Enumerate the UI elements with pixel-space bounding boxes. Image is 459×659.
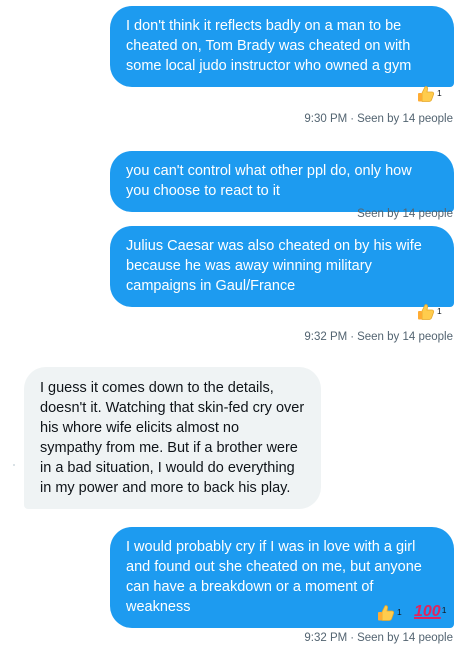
reaction-count: 1 (441, 605, 447, 615)
timestamp: 9:32 PM (304, 331, 348, 343)
sent-message-bubble[interactable]: you can't control what other ppl do, onl… (110, 151, 454, 212)
received-message-bubble[interactable]: I guess it comes down to the details, do… (24, 367, 321, 509)
message-meta: Seen by 14 people (357, 208, 453, 220)
sent-message-bubble[interactable]: I would probably cry if I was in love wi… (110, 527, 454, 628)
reaction-count: 1 (397, 607, 402, 617)
reaction-hundred-points[interactable]: 100 1 (414, 603, 446, 621)
reaction-thumbs-up[interactable]: 1 (376, 603, 402, 623)
hundred-points-icon: 100 (414, 603, 441, 620)
message-text: you can't control what other ppl do, onl… (126, 163, 412, 199)
reaction-count: 1 (437, 306, 442, 316)
message-meta: 9:30 PM · Seen by 14 people (304, 113, 453, 125)
timestamp: 9:30 PM (304, 113, 348, 125)
separator: · (350, 632, 355, 644)
reaction-thumbs-up[interactable]: 1 (416, 302, 442, 322)
reaction-count: 1 (437, 88, 442, 98)
seen-status: Seen by 14 people (357, 632, 453, 644)
thumbs-up-icon (416, 84, 436, 104)
reaction-thumbs-up[interactable]: 1 (416, 84, 442, 104)
seen-status: Seen by 14 people (357, 113, 453, 125)
avatar-placeholder (13, 464, 15, 466)
timestamp: 9:32 PM (304, 632, 348, 644)
message-text: Julius Caesar was also cheated on by his… (126, 238, 422, 294)
thumbs-up-icon (416, 302, 436, 322)
message-meta: 9:32 PM · Seen by 14 people (304, 632, 453, 644)
seen-status: Seen by 14 people (357, 208, 453, 220)
message-text: I don't think it reflects badly on a man… (126, 18, 412, 74)
sent-message-bubble[interactable]: Julius Caesar was also cheated on by his… (110, 226, 454, 307)
seen-status: Seen by 14 people (357, 331, 453, 343)
message-text: I guess it comes down to the details, do… (40, 380, 305, 496)
message-meta: 9:32 PM · Seen by 14 people (304, 331, 453, 343)
thumbs-up-icon (376, 603, 396, 623)
separator: · (350, 331, 355, 343)
sent-message-bubble[interactable]: I don't think it reflects badly on a man… (110, 6, 454, 87)
separator: · (350, 113, 355, 125)
